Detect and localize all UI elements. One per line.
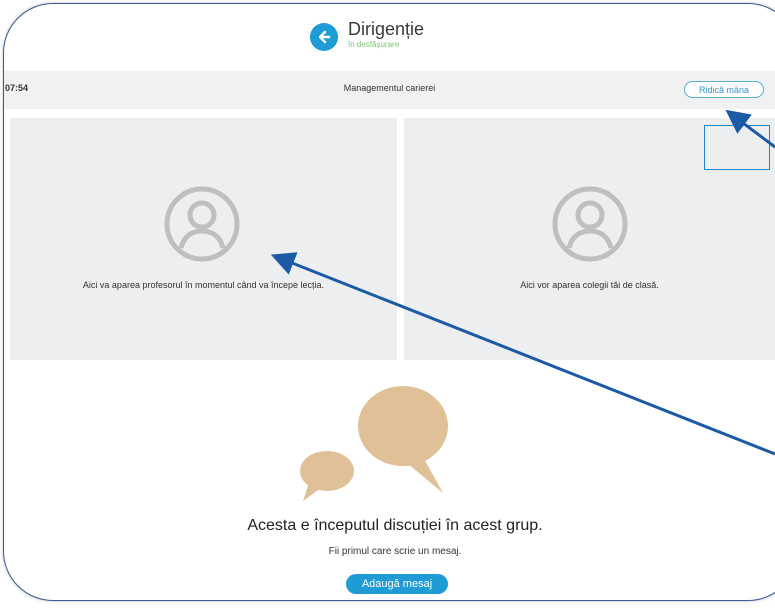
status-label: în desfășurare <box>348 40 400 49</box>
chat-empty-subtitle: Fii primul care scrie un mesaj. <box>328 546 462 557</box>
teacher-video-panel: Aici va aparea profesorul în momentul câ… <box>10 118 397 360</box>
lesson-title: Managementul carierei <box>343 83 436 93</box>
chat-empty-title: Acesta e începutul discuției în acest gr… <box>247 517 543 534</box>
user-avatar-icon <box>552 186 628 262</box>
lesson-toolbar: 07:54 Managementul carierei Ridică mâna <box>4 71 775 109</box>
add-message-button[interactable]: Adaugă mesaj <box>346 574 448 594</box>
raise-hand-button[interactable]: Ridică mâna <box>684 81 764 98</box>
user-avatar-icon <box>164 186 240 262</box>
classmates-placeholder-text: Aici vor aparea colegii tăi de clasă. <box>520 280 659 290</box>
back-button[interactable] <box>310 23 338 51</box>
page-title: Dirigenție <box>348 19 425 39</box>
speech-bubbles-icon <box>300 386 448 501</box>
title-block: Dirigenție în desfășurare <box>348 19 424 51</box>
header: Dirigenție în desfășurare <box>0 0 775 68</box>
teacher-placeholder-text: Aici va aparea profesorul în momentul câ… <box>82 280 325 290</box>
self-video-preview[interactable] <box>704 125 770 170</box>
app-window: Dirigenție în desfășurare 07:54 Manageme… <box>0 0 775 608</box>
arrow-left-icon <box>318 30 331 44</box>
